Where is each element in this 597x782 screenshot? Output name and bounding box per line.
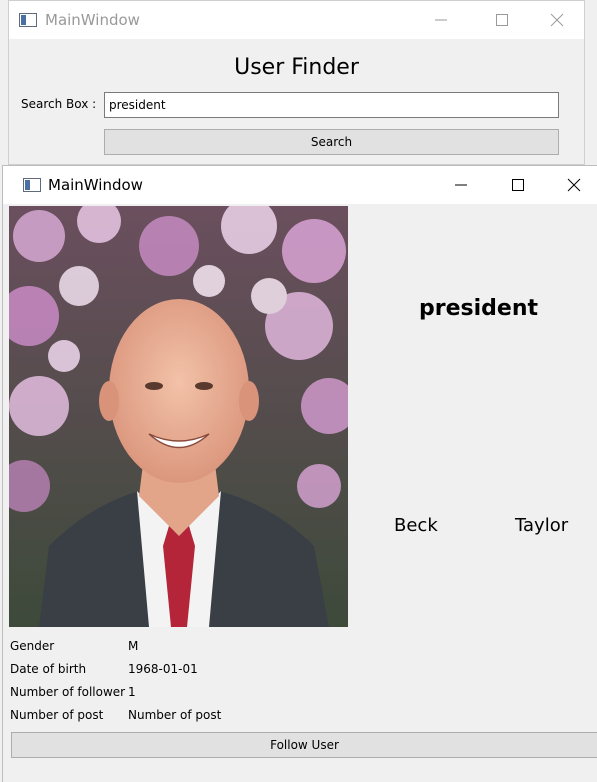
title-bar[interactable]: MainWindow: [9, 1, 584, 39]
window-app-icon: [23, 178, 41, 192]
close-icon[interactable]: [562, 173, 586, 197]
window-app-icon: [19, 13, 37, 27]
window-title: MainWindow: [48, 176, 143, 194]
detail-label-posts: Number of post: [10, 708, 104, 722]
search-box-label: Search Box :: [21, 97, 97, 111]
minimize-icon[interactable]: [449, 173, 473, 197]
username-label: president: [419, 296, 539, 321]
search-button[interactable]: Search: [104, 129, 559, 155]
window-title: MainWindow: [45, 11, 140, 29]
search-input[interactable]: [104, 92, 559, 118]
follow-user-button[interactable]: Follow User: [11, 732, 597, 758]
detail-label-gender: Gender: [10, 639, 55, 653]
first-name-label: Beck: [394, 515, 438, 536]
title-bar[interactable]: MainWindow: [3, 166, 597, 204]
detail-label-date-of-birth: Date of birth: [10, 662, 87, 676]
detail-value-date-of-birth: 1968-01-01: [128, 662, 198, 676]
last-name-label: Taylor: [515, 515, 569, 536]
minimize-icon[interactable]: [429, 8, 453, 32]
profile-photo: [9, 206, 348, 627]
page-title: User Finder: [234, 55, 359, 80]
maximize-icon[interactable]: [490, 8, 514, 32]
user-finder-window: MainWindow User Finder Search Box : Sear…: [8, 0, 585, 165]
close-icon[interactable]: [545, 8, 569, 32]
maximize-icon[interactable]: [506, 173, 530, 197]
detail-value-followers: 1: [128, 685, 136, 699]
user-profile-window: MainWindow president Beck Taylor Gender …: [2, 165, 597, 782]
detail-value-gender: M: [128, 639, 139, 653]
detail-value-posts: Number of post: [128, 708, 222, 722]
detail-label-followers: Number of follower: [10, 685, 126, 699]
